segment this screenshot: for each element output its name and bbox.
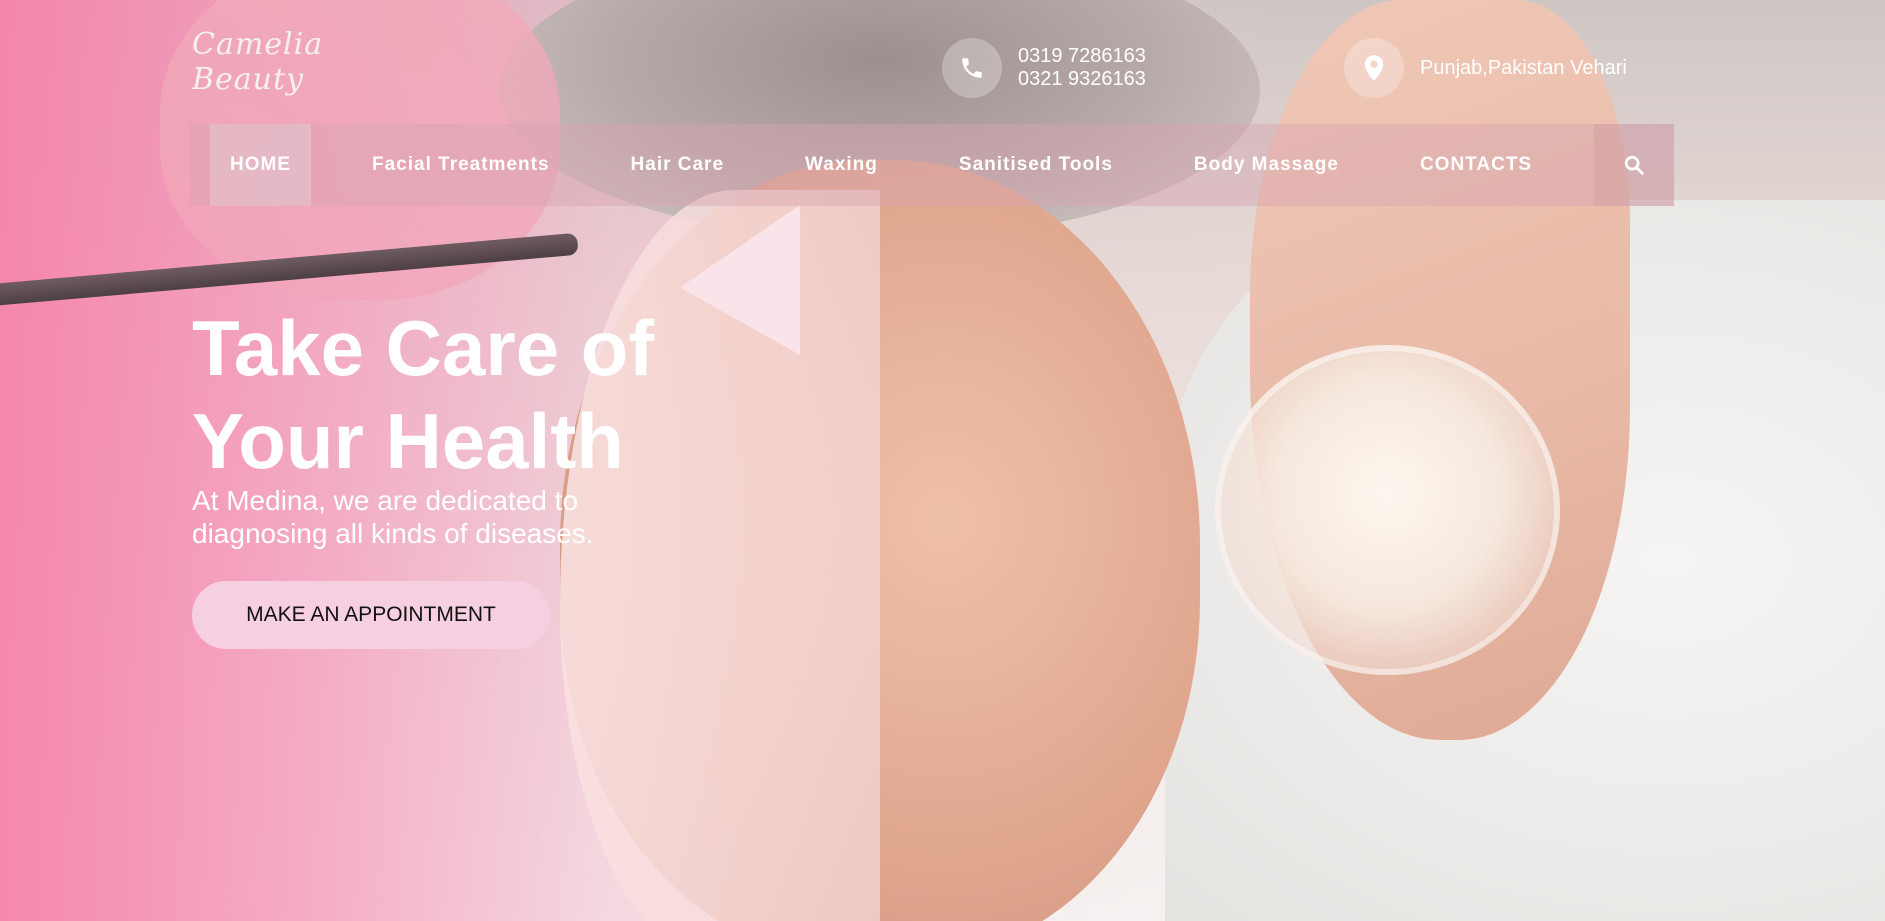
location-text: Punjab,Pakistan Vehari <box>1420 56 1627 79</box>
brand-logo[interactable]: Camelia Beauty <box>192 27 382 97</box>
location-contact: Punjab,Pakistan Vehari <box>1344 38 1627 98</box>
hero-subtitle-line-2: diagnosing all kinds of diseases. <box>192 518 594 549</box>
nav-item-hair-care[interactable]: Hair Care <box>611 124 745 206</box>
hero-title: Take Care of Your Health <box>192 302 752 488</box>
hero-subtitle-line-1: At Medina, we are dedicated to <box>192 485 579 516</box>
hero-subtitle: At Medina, we are dedicated to diagnosin… <box>192 484 662 550</box>
nav-item-waxing[interactable]: Waxing <box>785 124 898 206</box>
nav-item-home[interactable]: HOME <box>210 124 311 206</box>
main-navigation: HOME Facial Treatments Hair Care Waxing … <box>190 124 1674 206</box>
search-icon <box>1624 155 1644 175</box>
brand-logo-text: Camelia Beauty <box>192 27 324 97</box>
search-button[interactable] <box>1594 124 1674 206</box>
nav-item-body-massage[interactable]: Body Massage <box>1174 124 1359 206</box>
hero-title-line-2: Your Health <box>192 397 624 485</box>
map-pin-icon <box>1344 38 1404 98</box>
phone-contact: 0319 7286163 0321 9326163 <box>942 38 1146 98</box>
make-appointment-button[interactable]: MAKE AN APPOINTMENT <box>192 581 550 649</box>
phone-number-2[interactable]: 0321 9326163 <box>1018 68 1146 91</box>
phone-number-1[interactable]: 0319 7286163 <box>1018 45 1146 68</box>
hero-title-line-1: Take Care of <box>192 304 655 392</box>
nav-item-contacts[interactable]: CONTACTS <box>1400 124 1552 206</box>
nav-item-facial-treatments[interactable]: Facial Treatments <box>352 124 570 206</box>
nav-item-sanitised-tools[interactable]: Sanitised Tools <box>939 124 1133 206</box>
phone-icon <box>942 38 1002 98</box>
